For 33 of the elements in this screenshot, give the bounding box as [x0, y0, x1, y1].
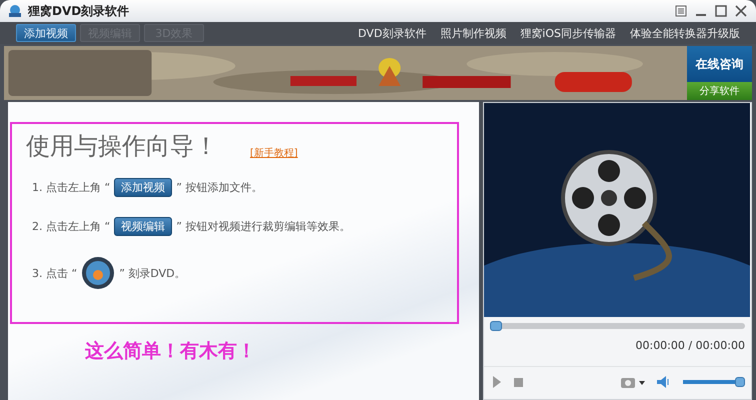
volume-icon[interactable] — [657, 376, 671, 388]
menu-icon[interactable] — [674, 4, 688, 18]
step-text: 3. 点击 “ — [32, 266, 78, 280]
guide-title: 使用与操作向导！ — [26, 131, 218, 162]
top-link[interactable]: 照片制作视频 — [440, 26, 506, 40]
tutorial-link[interactable]: [新手教程] — [250, 146, 298, 160]
top-link[interactable]: 体验全能转换器升级版 — [630, 26, 740, 40]
window-title: 狸窝DVD刻录软件 — [28, 2, 130, 20]
top-link[interactable]: 狸窝iOS同步传输器 — [520, 26, 616, 40]
top-link[interactable]: DVD刻录软件 — [358, 26, 426, 40]
progress-thumb[interactable] — [490, 321, 502, 331]
volume-thumb[interactable] — [735, 377, 745, 387]
disc-logo-icon — [8, 4, 22, 18]
maximize-icon[interactable] — [714, 4, 728, 18]
step-text: ” 刻录DVD。 — [119, 266, 186, 280]
step-text: ” 按钮添加文件。 — [176, 180, 262, 195]
step-text: ” 按钮对视频进行裁剪编辑等效果。 — [176, 219, 350, 234]
step-button[interactable]: 视频编辑 — [114, 217, 172, 236]
consult-button[interactable]: 在线咨询 — [687, 46, 752, 82]
step-text: 1. 点击左上角 “ — [32, 180, 110, 195]
volume-slider[interactable] — [683, 377, 743, 387]
burn-disc-icon — [81, 256, 116, 290]
step-button[interactable]: 添加视频 — [114, 178, 172, 197]
play-icon[interactable] — [492, 376, 502, 388]
stop-icon[interactable] — [514, 378, 524, 386]
slogan-text: 这么简单！有木有！ — [85, 339, 257, 364]
close-icon[interactable] — [734, 4, 748, 18]
share-button[interactable]: 分享软件 — [687, 82, 752, 100]
step-text: 2. 点击左上角 “ — [32, 219, 110, 234]
toolbar-tab[interactable]: 添加视频 — [16, 24, 76, 42]
progress-track[interactable] — [490, 323, 745, 329]
time-display: 00:00:00 / 00:00:00 — [635, 339, 745, 352]
camera-icon[interactable] — [621, 376, 645, 388]
